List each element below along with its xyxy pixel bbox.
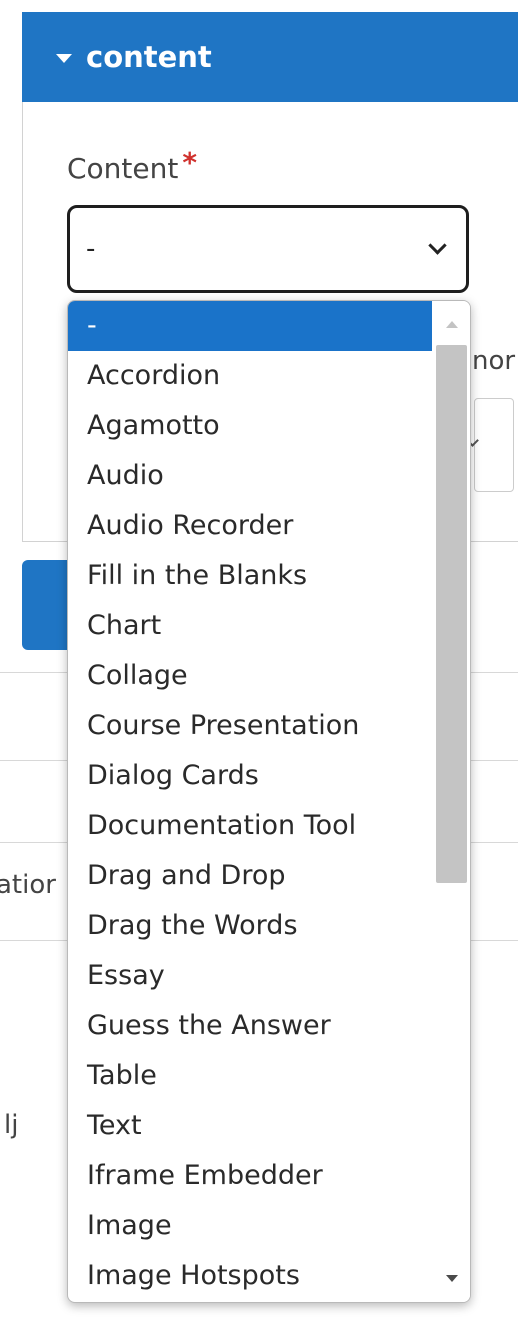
scrollbar[interactable] xyxy=(432,301,470,1302)
dropdown-option[interactable]: Iframe Embedder xyxy=(68,1151,432,1201)
dropdown-option[interactable]: - xyxy=(68,301,432,351)
dropdown-option[interactable]: Audio xyxy=(68,451,432,501)
dropdown-option[interactable]: Dialog Cards xyxy=(68,751,432,801)
dropdown-option[interactable]: Audio Recorder xyxy=(68,501,432,551)
select-value: - xyxy=(86,234,96,264)
scrollbar-thumb[interactable] xyxy=(436,345,467,883)
dropdown-option[interactable]: Agamotto xyxy=(68,401,432,451)
background-text-fragment: atior xyxy=(0,870,56,900)
dropdown-option[interactable]: Guess the Answer xyxy=(68,1001,432,1051)
dropdown-option[interactable]: Image Hotspots xyxy=(68,1251,432,1301)
background-label-fragment: nor xyxy=(472,346,516,376)
background-text-fragment-2: lj xyxy=(4,1110,19,1140)
required-marker: * xyxy=(182,146,198,179)
section-title: content xyxy=(86,40,212,74)
field-label-text: Content xyxy=(67,152,179,185)
background-button-fragment[interactable] xyxy=(22,560,70,650)
dropdown-option[interactable]: Table xyxy=(68,1051,432,1101)
content-select[interactable]: - xyxy=(67,205,469,293)
scroll-down-arrow-icon[interactable] xyxy=(446,1275,458,1282)
chevron-down-icon xyxy=(428,236,447,255)
dropdown-option[interactable]: Course Presentation xyxy=(68,701,432,751)
dropdown-option[interactable]: Fill in the Blanks xyxy=(68,551,432,601)
section-header-content[interactable]: content xyxy=(22,12,518,102)
dropdown-option[interactable]: Image xyxy=(68,1201,432,1251)
content-field-label: Content * xyxy=(67,146,197,185)
dropdown-option[interactable]: Drag and Drop xyxy=(68,851,432,901)
content-options-list[interactable]: - Accordion Agamotto Audio Audio Recorder Fil… xyxy=(67,300,471,1303)
dropdown-option[interactable]: Essay xyxy=(68,951,432,1001)
options-container: - Accordion Agamotto Audio Audio Recorder Fil… xyxy=(68,301,432,1301)
dropdown-option[interactable]: Documentation Tool xyxy=(68,801,432,851)
dropdown-option[interactable]: Drag the Words xyxy=(68,901,432,951)
editor-page: content Content * - nor atior lj - Accordi… xyxy=(0,0,518,1317)
scroll-up-arrow-icon[interactable] xyxy=(446,321,458,328)
dropdown-option[interactable]: Accordion xyxy=(68,351,432,401)
dropdown-option[interactable]: Chart xyxy=(68,601,432,651)
dropdown-option[interactable]: Collage xyxy=(68,651,432,701)
dropdown-option[interactable]: Text xyxy=(68,1101,432,1151)
caret-down-icon xyxy=(56,53,72,63)
background-select-fragment[interactable] xyxy=(474,398,514,492)
